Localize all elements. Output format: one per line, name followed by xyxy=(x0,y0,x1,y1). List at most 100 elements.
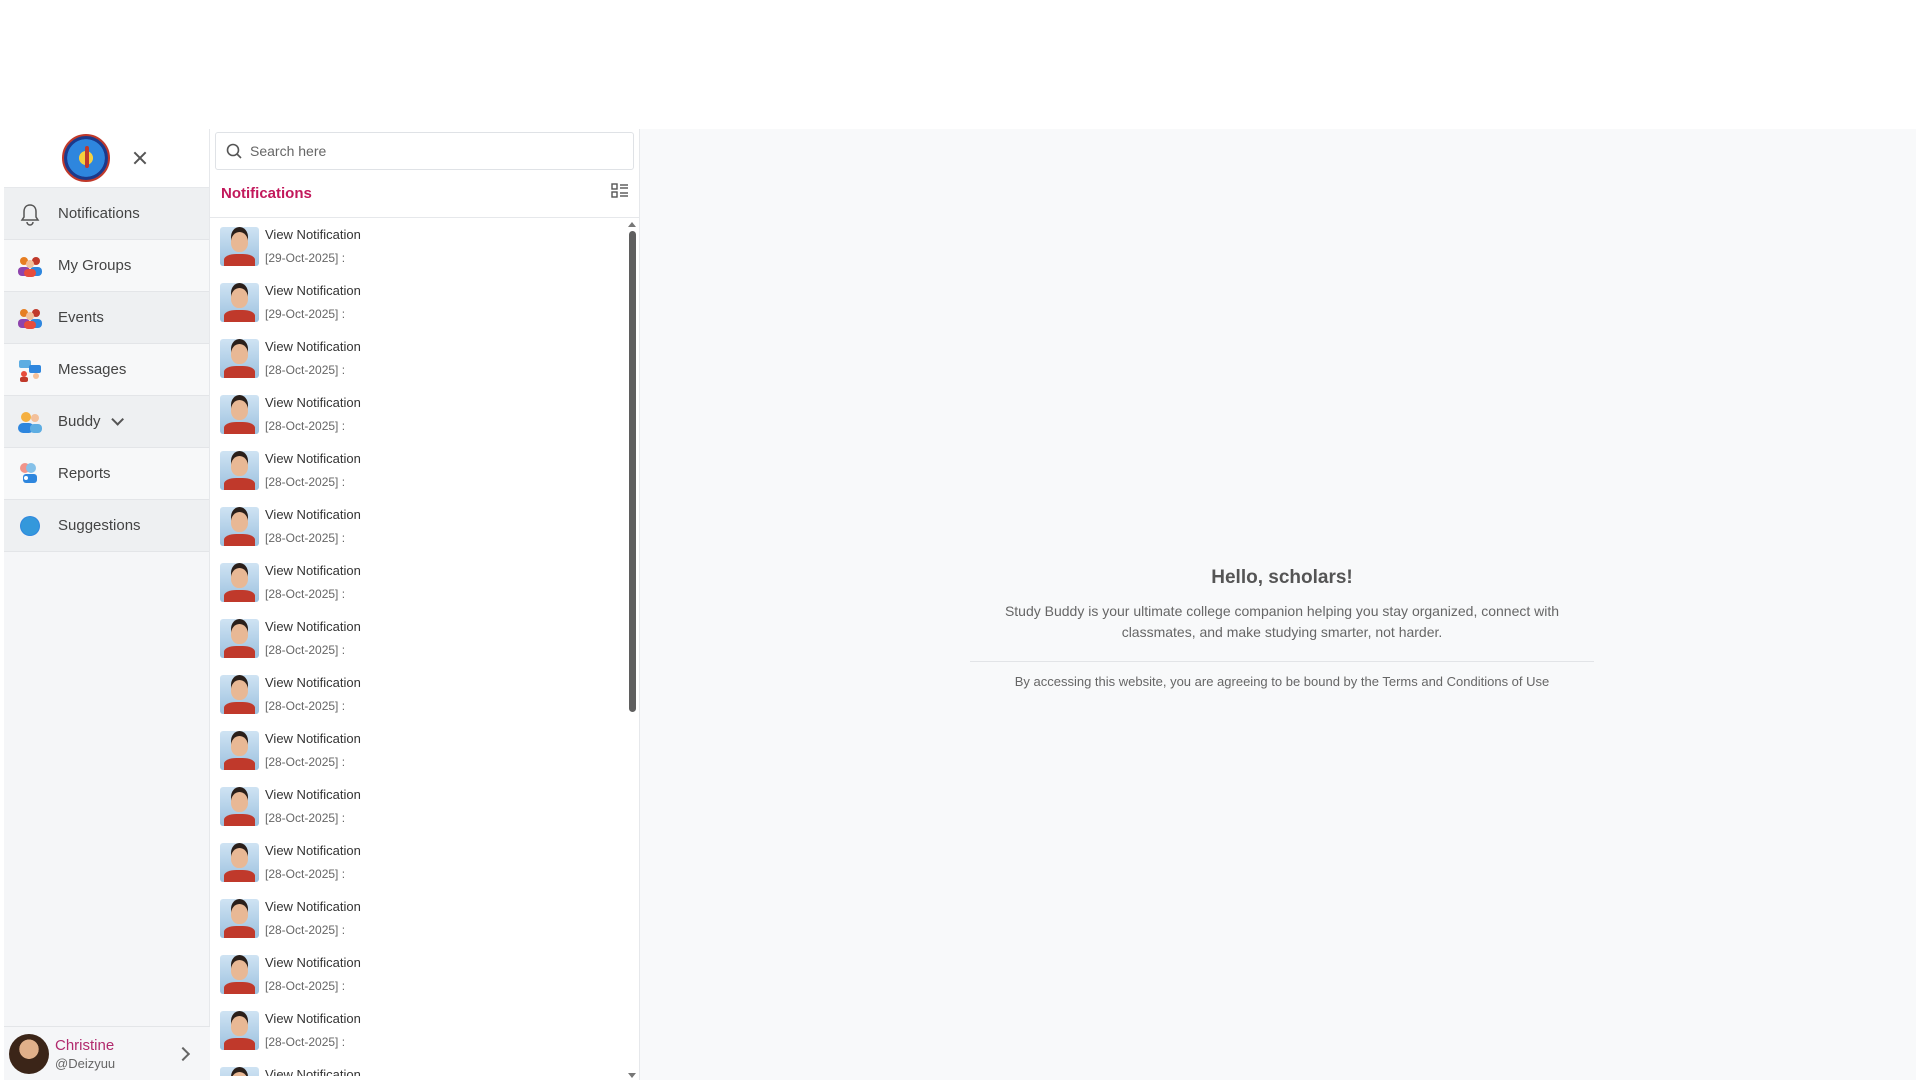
notification-thumbnail xyxy=(220,283,259,322)
list-item[interactable]: View Notification [28-Oct-2025] : xyxy=(210,666,639,722)
notification-date: [28-Oct-2025] : xyxy=(265,1035,346,1049)
notifications-title: Notifications xyxy=(221,185,312,202)
notification-thumbnail xyxy=(220,227,259,266)
notification-date: [28-Oct-2025] : xyxy=(265,755,346,769)
notification-title: View Notification xyxy=(265,731,361,746)
welcome-pane: Hello, scholars! Study Buddy is your ult… xyxy=(640,129,1920,1080)
list-item[interactable]: View Notification [28-Oct-2025] : xyxy=(210,946,639,1002)
scrollbar-thumb[interactable] xyxy=(629,231,636,712)
sidebar-item-my-groups[interactable]: My Groups xyxy=(4,240,209,292)
avatar xyxy=(9,1033,49,1074)
search-box[interactable] xyxy=(215,132,634,170)
sidebar-item-label: My Groups xyxy=(58,257,132,274)
list-item[interactable]: View Notification [29-Oct-2025] : xyxy=(210,218,639,274)
list-item[interactable]: View Notification [28-Oct-2025] : xyxy=(210,722,639,778)
notification-list: View Notification [29-Oct-2025] : View No… xyxy=(210,218,639,1076)
notification-thumbnail xyxy=(220,675,259,714)
list-item[interactable]: View Notification [28-Oct-2025] : xyxy=(210,498,639,554)
chevron-down-icon[interactable] xyxy=(110,413,124,426)
scroll-up-arrow[interactable] xyxy=(628,222,636,227)
sidebar-item-reports[interactable]: Reports xyxy=(4,448,209,500)
notification-thumbnail xyxy=(220,843,259,882)
bell-icon xyxy=(16,200,44,228)
notification-date: [28-Oct-2025] : xyxy=(265,475,346,489)
sidebar-item-label: Suggestions xyxy=(58,517,141,534)
terms-notice: By accessing this website, you are agree… xyxy=(1014,674,1550,689)
notification-title: View Notification xyxy=(265,955,361,970)
notification-date: [28-Oct-2025] : xyxy=(265,979,346,993)
list-item[interactable]: View Notification [29-Oct-2025] : xyxy=(210,274,639,330)
scroll-down-arrow[interactable] xyxy=(628,1073,636,1078)
suggestions-icon xyxy=(16,512,44,540)
list-item[interactable]: View Notification [28-Oct-2025] : xyxy=(210,386,639,442)
list-item[interactable]: View Notification [28-Oct-2025] : xyxy=(210,330,639,386)
notification-thumbnail xyxy=(220,731,259,770)
list-view-icon[interactable] xyxy=(611,183,629,204)
list-item[interactable]: View Notification [28-Oct-2025] : xyxy=(210,610,639,666)
notification-title: View Notification xyxy=(265,283,361,298)
list-item[interactable]: View Notification [28-Oct-2025] : xyxy=(210,1002,639,1058)
notification-header: Notifications xyxy=(210,170,639,218)
list-item[interactable]: View Notification xyxy=(210,1058,639,1076)
notification-date: [28-Oct-2025] : xyxy=(265,419,346,433)
notification-title: View Notification xyxy=(265,675,361,690)
messages-icon xyxy=(16,356,44,384)
notification-title: View Notification xyxy=(265,451,361,466)
app-window: Notifications My Groups Events Messages xyxy=(4,129,1920,1080)
list-item[interactable]: View Notification [28-Oct-2025] : xyxy=(210,778,639,834)
notification-title: View Notification xyxy=(265,339,361,354)
chevron-right-icon[interactable] xyxy=(175,1046,191,1062)
notification-title: View Notification xyxy=(265,563,361,578)
events-icon xyxy=(16,304,44,332)
notification-thumbnail xyxy=(220,899,259,938)
notification-date: [29-Oct-2025] : xyxy=(265,251,346,265)
notification-title: View Notification xyxy=(265,227,361,242)
sidebar-item-label: Events xyxy=(58,309,104,326)
buddy-icon xyxy=(16,408,44,436)
notification-title: View Notification xyxy=(265,787,361,802)
notification-title: View Notification xyxy=(265,507,361,522)
user-profile[interactable]: Christine @Deizyuu xyxy=(4,1026,210,1080)
search-input[interactable] xyxy=(250,143,610,159)
sidebar: Notifications My Groups Events Messages xyxy=(4,129,210,1080)
notification-date: [28-Oct-2025] : xyxy=(265,923,346,937)
list-item[interactable]: View Notification [28-Oct-2025] : xyxy=(210,890,639,946)
notification-title: View Notification xyxy=(265,1011,361,1026)
notification-panel: Notifications View Notification [29-Oct-2… xyxy=(210,129,640,1080)
sidebar-item-label: Notifications xyxy=(58,205,140,222)
notification-thumbnail xyxy=(220,451,259,490)
list-item[interactable]: View Notification [28-Oct-2025] : xyxy=(210,834,639,890)
right-edge xyxy=(1916,129,1920,1080)
list-item[interactable]: View Notification [28-Oct-2025] : xyxy=(210,554,639,610)
notification-thumbnail xyxy=(220,563,259,602)
reports-icon xyxy=(16,460,44,488)
sidebar-item-suggestions[interactable]: Suggestions xyxy=(4,500,209,552)
welcome-message: Hello, scholars! Study Buddy is your ult… xyxy=(970,567,1594,689)
sidebar-item-events[interactable]: Events xyxy=(4,292,209,344)
group-icon xyxy=(16,252,44,280)
notification-title: View Notification xyxy=(265,619,361,634)
notification-thumbnail xyxy=(220,619,259,658)
user-handle: @Deizyuu xyxy=(55,1055,116,1071)
welcome-title: Hello, scholars! xyxy=(1211,567,1353,588)
sidebar-item-buddy[interactable]: Buddy xyxy=(4,396,209,448)
notification-thumbnail xyxy=(220,1067,259,1076)
notification-thumbnail xyxy=(220,787,259,826)
notification-title: View Notification xyxy=(265,843,361,858)
divider xyxy=(970,661,1594,662)
notification-thumbnail xyxy=(220,507,259,546)
notification-thumbnail xyxy=(220,339,259,378)
sidebar-item-label: Buddy xyxy=(58,413,101,430)
notification-thumbnail xyxy=(220,955,259,994)
close-icon[interactable] xyxy=(130,148,150,168)
sidebar-item-notifications[interactable]: Notifications xyxy=(4,188,209,240)
notification-thumbnail xyxy=(220,1011,259,1050)
notification-thumbnail xyxy=(220,395,259,434)
sidebar-item-messages[interactable]: Messages xyxy=(4,344,209,396)
list-item[interactable]: View Notification [28-Oct-2025] : xyxy=(210,442,639,498)
college-logo xyxy=(62,134,110,182)
notification-date: [28-Oct-2025] : xyxy=(265,587,346,601)
search-icon xyxy=(226,143,242,159)
notification-date: [28-Oct-2025] : xyxy=(265,699,346,713)
notification-title: View Notification xyxy=(265,1067,361,1076)
